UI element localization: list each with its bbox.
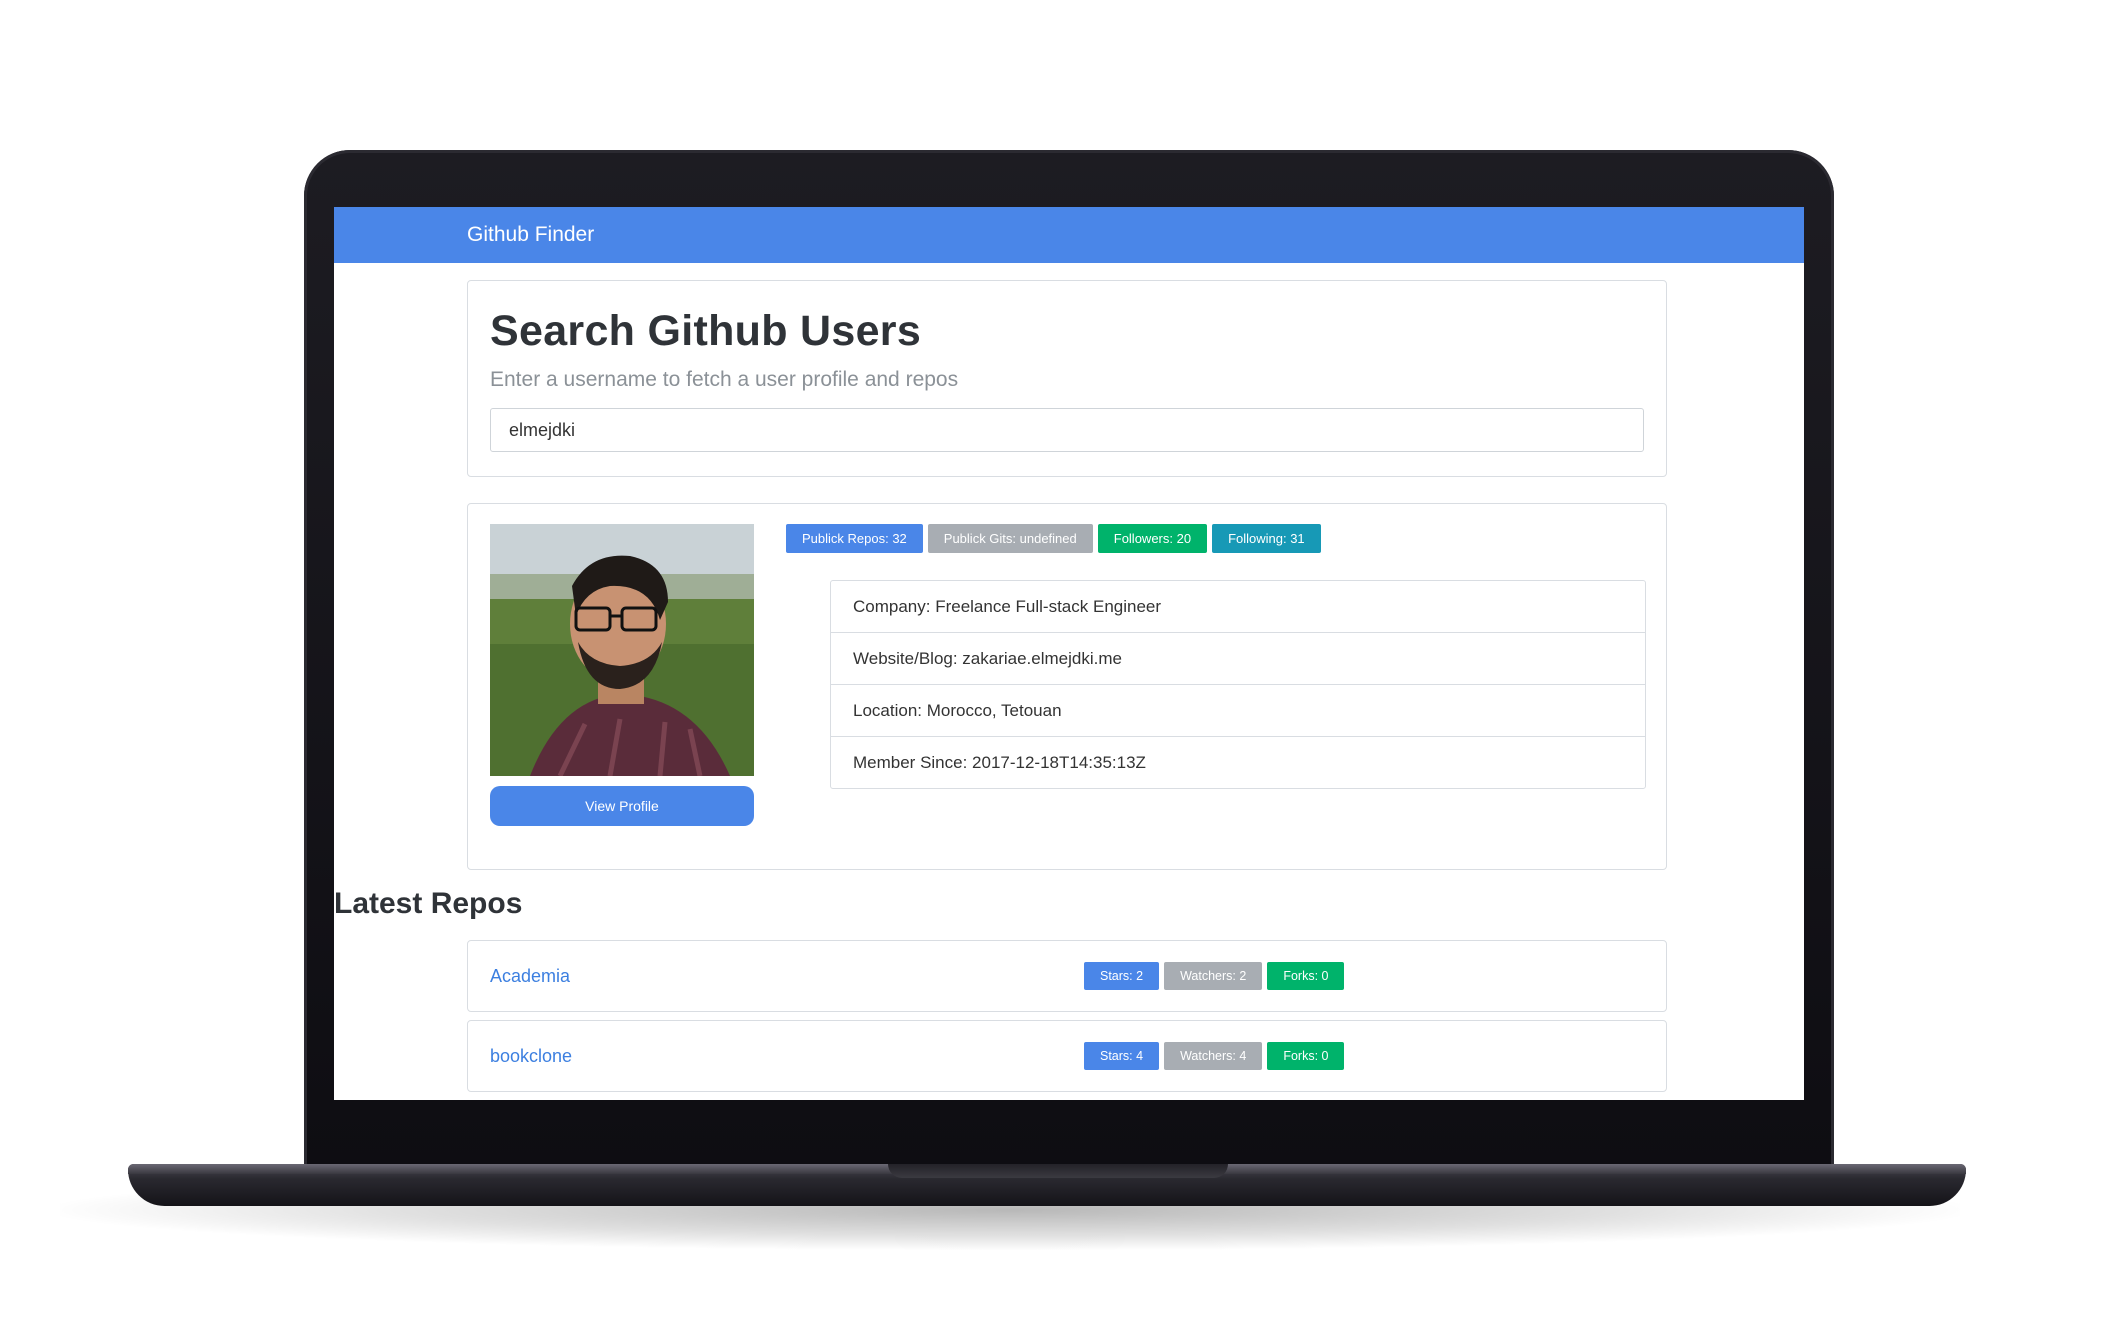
search-subtitle: Enter a username to fetch a user profile… <box>490 368 959 391</box>
profile-info-list: Company: Freelance Full-stack Engineer W… <box>830 580 1646 789</box>
laptop-hinge-notch <box>888 1164 1228 1178</box>
repo-stats: Stars: 2 Watchers: 2 Forks: 0 <box>1084 962 1345 990</box>
repos-heading: Latest Repos <box>334 887 523 920</box>
stars-badge: Stars: 4 <box>1084 1042 1160 1070</box>
search-input[interactable] <box>490 408 1644 452</box>
repo-card: Academia Stars: 2 Watchers: 2 Forks: 0 <box>467 940 1667 1012</box>
laptop-screen: Github Finder Search Github Users Enter … <box>334 207 1804 1100</box>
forks-badge: Forks: 0 <box>1267 962 1345 990</box>
forks-badge: Forks: 0 <box>1267 1042 1345 1070</box>
website-item: Website/Blog: zakariae.elmejdki.me <box>831 632 1645 684</box>
search-card: Search Github Users Enter a username to … <box>467 280 1667 477</box>
avatar <box>490 524 754 776</box>
watchers-badge: Watchers: 4 <box>1164 1042 1263 1070</box>
public-gists-badge: Publick Gits: undefined <box>927 524 1093 553</box>
repo-card: bookclone Stars: 4 Watchers: 4 Forks: 0 <box>467 1020 1667 1092</box>
followers-badge: Followers: 20 <box>1097 524 1208 553</box>
public-repos-badge: Publick Repos: 32 <box>786 524 923 553</box>
repo-stats: Stars: 4 Watchers: 4 Forks: 0 <box>1084 1042 1345 1070</box>
repo-link[interactable]: bookclone <box>490 1046 572 1067</box>
company-item: Company: Freelance Full-stack Engineer <box>853 596 1162 616</box>
view-profile-button[interactable]: View Profile <box>490 786 754 826</box>
following-badge: Following: 31 <box>1212 524 1321 553</box>
location-item: Location: Morocco, Tetouan <box>831 684 1645 736</box>
page-title: Search Github Users <box>490 307 922 355</box>
navbar: Github Finder <box>334 207 1804 263</box>
profile-card: View Profile Publick Repos: 32 Publick G… <box>467 503 1667 870</box>
stars-badge: Stars: 2 <box>1084 962 1160 990</box>
repo-link[interactable]: Academia <box>490 966 570 987</box>
navbar-brand[interactable]: Github Finder <box>467 223 594 247</box>
profile-stats: Publick Repos: 32 Publick Gits: undefine… <box>786 524 1321 553</box>
watchers-badge: Watchers: 2 <box>1164 962 1263 990</box>
member-since-item: Member Since: 2017-12-18T14:35:13Z <box>831 736 1645 788</box>
